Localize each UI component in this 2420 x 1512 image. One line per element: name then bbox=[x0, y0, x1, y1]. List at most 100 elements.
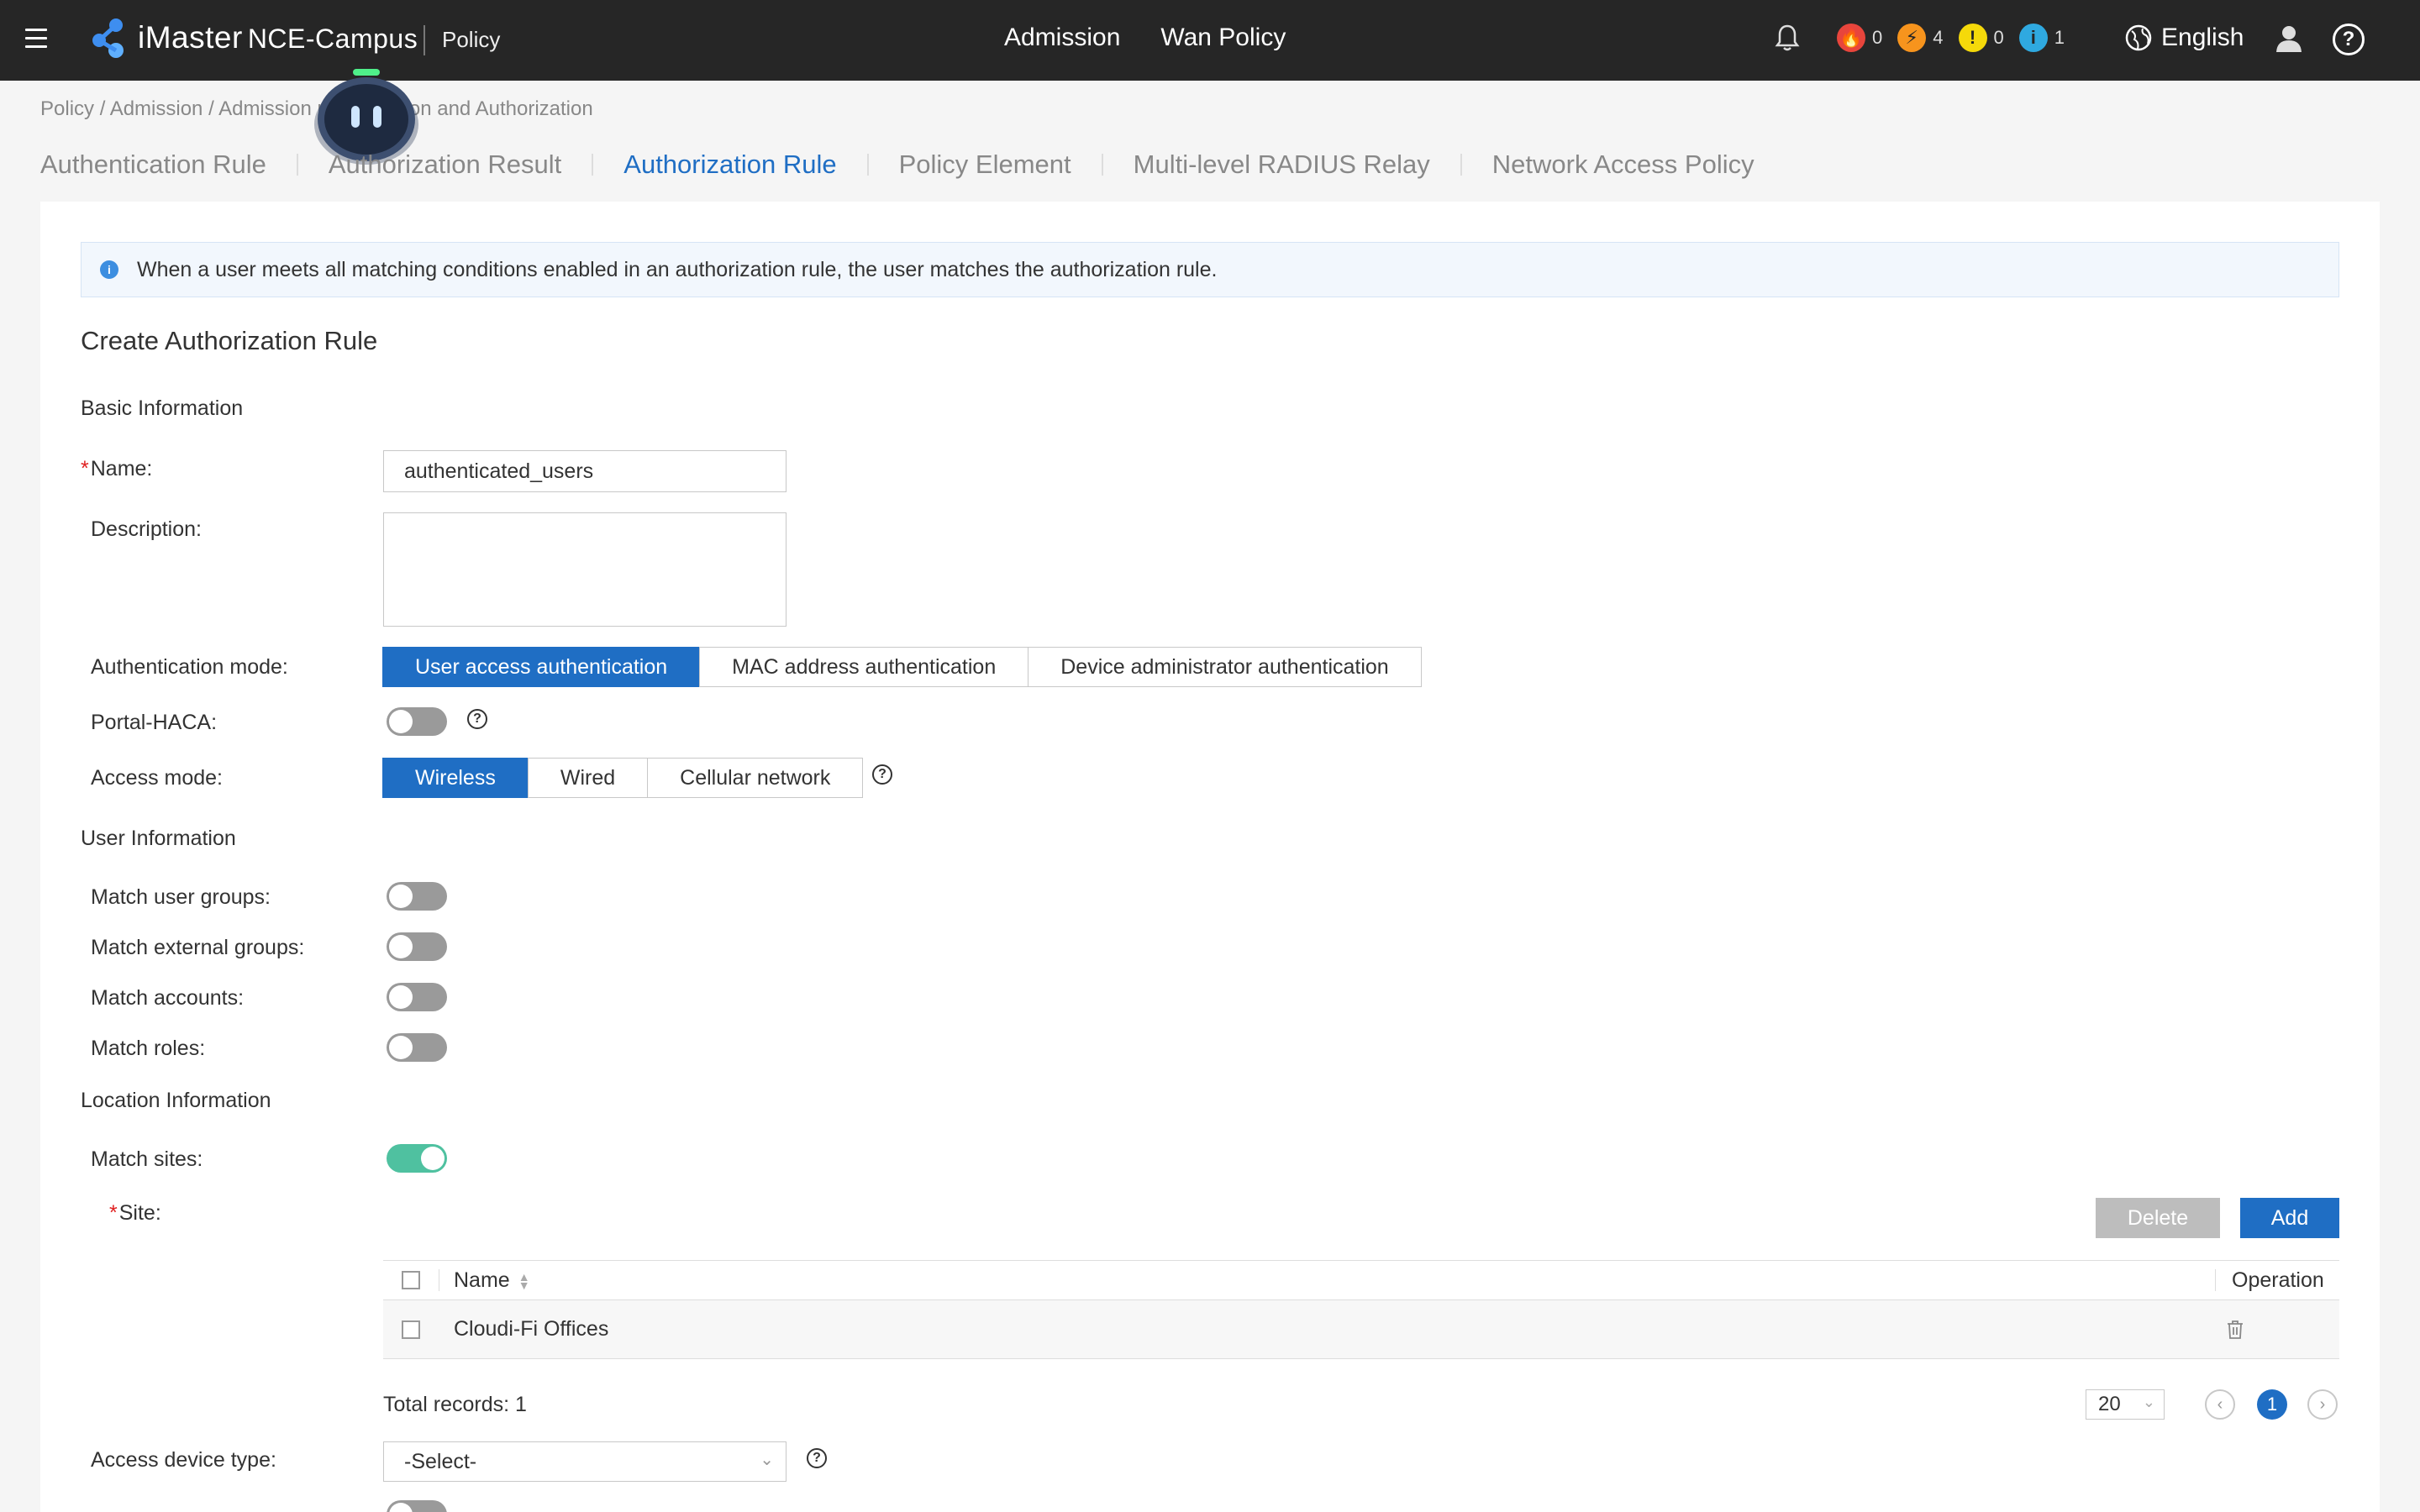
page-size-value: 20 bbox=[2098, 1393, 2121, 1415]
access-mode-help-icon[interactable]: ? bbox=[872, 764, 892, 785]
portal-haca-help-icon[interactable]: ? bbox=[467, 709, 487, 729]
section-user-information: User Information bbox=[81, 827, 236, 850]
toggle-knob bbox=[389, 885, 413, 908]
help-icon[interactable]: ? bbox=[2333, 24, 2365, 55]
globe-icon bbox=[2125, 24, 2152, 51]
column-name-header[interactable]: Name ▲ ▼ bbox=[454, 1268, 530, 1293]
toggle-knob bbox=[389, 985, 413, 1009]
tab-divider bbox=[296, 154, 298, 176]
tab-authorization-rule[interactable]: Authorization Rule bbox=[623, 150, 836, 180]
brand-name: iMaster bbox=[138, 20, 243, 55]
select-all-checkbox[interactable] bbox=[402, 1271, 420, 1289]
site-label-text: Site: bbox=[118, 1201, 161, 1225]
match-accounts-label: Match accounts: bbox=[91, 986, 245, 1010]
authentication-mode-label: Authentication mode: bbox=[91, 655, 288, 679]
portal-haca-toggle[interactable] bbox=[387, 707, 447, 736]
current-page[interactable]: 1 bbox=[2257, 1389, 2287, 1420]
tab-network-access-policy[interactable]: Network Access Policy bbox=[1492, 150, 1754, 180]
site-name-cell: Cloudi-Fi Offices bbox=[454, 1317, 609, 1341]
auth-mode-user-access[interactable]: User access authentication bbox=[382, 647, 701, 687]
column-divider bbox=[2215, 1269, 2216, 1291]
required-mark: * bbox=[109, 1201, 118, 1225]
section-basic-information: Basic Information bbox=[81, 396, 244, 420]
name-label-text: Name: bbox=[90, 457, 153, 480]
tab-divider bbox=[1460, 154, 1462, 176]
access-mode-wireless[interactable]: Wireless bbox=[382, 758, 529, 798]
warning-alarm-count: 1 bbox=[2054, 27, 2065, 48]
delete-button[interactable]: Delete bbox=[2096, 1198, 2220, 1238]
minor-alarm-icon: ! bbox=[1958, 24, 1987, 52]
description-textarea[interactable] bbox=[383, 512, 786, 627]
tab-divider bbox=[1101, 154, 1103, 176]
page-size-select[interactable]: 20 ⌄ bbox=[2086, 1389, 2165, 1420]
match-external-groups-toggle[interactable] bbox=[387, 932, 447, 961]
name-input[interactable]: authenticated_users bbox=[383, 450, 786, 492]
prev-page-button[interactable]: ‹ bbox=[2205, 1389, 2235, 1420]
auth-mode-mac-address[interactable]: MAC address authentication bbox=[699, 647, 1029, 687]
alarm-minor[interactable]: ! 0 bbox=[1958, 24, 2004, 52]
partial-toggle[interactable] bbox=[387, 1500, 447, 1512]
add-button[interactable]: Add bbox=[2240, 1198, 2339, 1238]
minor-alarm-count: 0 bbox=[1993, 27, 2004, 48]
toggle-knob bbox=[389, 935, 413, 958]
alarm-warning[interactable]: i 1 bbox=[2018, 24, 2065, 52]
column-name-text: Name bbox=[454, 1268, 510, 1292]
toggle-knob bbox=[389, 710, 413, 733]
imaster-logo-icon bbox=[92, 18, 124, 58]
toggle-knob bbox=[389, 1036, 413, 1059]
major-alarm-icon: ⚡ bbox=[1897, 24, 1927, 52]
description-label: Description: bbox=[91, 517, 202, 541]
alarm-major[interactable]: ⚡ 4 bbox=[1897, 24, 1944, 52]
tab-divider bbox=[866, 154, 869, 176]
trash-icon[interactable] bbox=[2226, 1320, 2244, 1340]
nav-admission[interactable]: Admission bbox=[1004, 24, 1120, 52]
site-label: *Site: bbox=[109, 1201, 161, 1226]
top-nav: Admission Wan Policy bbox=[1004, 24, 1286, 52]
column-operation-header: Operation bbox=[2232, 1268, 2324, 1292]
critical-alarm-icon: 🔥 bbox=[1837, 24, 1865, 52]
sort-icon[interactable]: ▲ ▼ bbox=[518, 1271, 530, 1291]
authentication-mode-selector: User access authentication MAC address a… bbox=[382, 647, 1422, 687]
info-icon: i bbox=[100, 260, 118, 279]
language-selector[interactable]: English bbox=[2124, 24, 2244, 52]
toggle-knob bbox=[421, 1147, 445, 1170]
match-user-groups-label: Match user groups: bbox=[91, 885, 271, 909]
name-label: *Name: bbox=[81, 457, 152, 481]
menu-icon[interactable] bbox=[25, 29, 47, 49]
access-mode-cellular[interactable]: Cellular network bbox=[647, 758, 864, 798]
access-device-type-value: -Select- bbox=[404, 1449, 477, 1473]
critical-alarm-count: 0 bbox=[1872, 27, 1883, 48]
match-roles-toggle[interactable] bbox=[387, 1033, 447, 1062]
access-mode-wired[interactable]: Wired bbox=[527, 758, 649, 798]
access-device-type-select[interactable]: -Select- ⌄ bbox=[383, 1441, 786, 1482]
nav-wan-policy[interactable]: Wan Policy bbox=[1160, 24, 1286, 52]
total-records: Total records: 1 bbox=[383, 1393, 527, 1416]
major-alarm-count: 4 bbox=[1933, 27, 1944, 48]
warning-alarm-icon: i bbox=[2018, 24, 2048, 52]
user-icon[interactable] bbox=[2274, 24, 2304, 54]
match-user-groups-toggle[interactable] bbox=[387, 882, 447, 911]
product-name: NCE-Campus bbox=[247, 24, 418, 54]
tab-policy-element[interactable]: Policy Element bbox=[899, 150, 1071, 180]
tab-multi-level-radius-relay[interactable]: Multi-level RADIUS Relay bbox=[1134, 150, 1430, 180]
required-mark: * bbox=[81, 457, 89, 480]
access-device-type-help-icon[interactable]: ? bbox=[807, 1448, 827, 1468]
match-sites-toggle[interactable] bbox=[387, 1144, 447, 1173]
match-sites-label: Match sites: bbox=[91, 1147, 203, 1171]
alarm-summary: 🔥 0 ⚡ 4 ! 0 i 1 bbox=[1775, 24, 2065, 52]
section-location-information: Location Information bbox=[81, 1089, 271, 1112]
alarm-critical[interactable]: 🔥 0 bbox=[1837, 24, 1882, 52]
toggle-knob bbox=[389, 1503, 413, 1512]
row-checkbox[interactable] bbox=[402, 1320, 420, 1339]
bell-icon[interactable] bbox=[1775, 24, 1800, 52]
next-page-button[interactable]: › bbox=[2307, 1389, 2338, 1420]
tab-authentication-rule[interactable]: Authentication Rule bbox=[40, 150, 266, 180]
info-text: When a user meets all matching condition… bbox=[137, 257, 1218, 281]
auth-mode-device-administrator[interactable]: Device administrator authentication bbox=[1028, 647, 1422, 687]
policy-tabs: Authentication Rule Authorization Result… bbox=[40, 150, 1754, 180]
tab-authorization-result[interactable]: Authorization Result bbox=[329, 150, 561, 180]
info-banner: i When a user meets all matching conditi… bbox=[81, 242, 2339, 297]
match-roles-label: Match roles: bbox=[91, 1037, 206, 1060]
brand-divider bbox=[424, 25, 425, 55]
match-accounts-toggle[interactable] bbox=[387, 983, 447, 1011]
